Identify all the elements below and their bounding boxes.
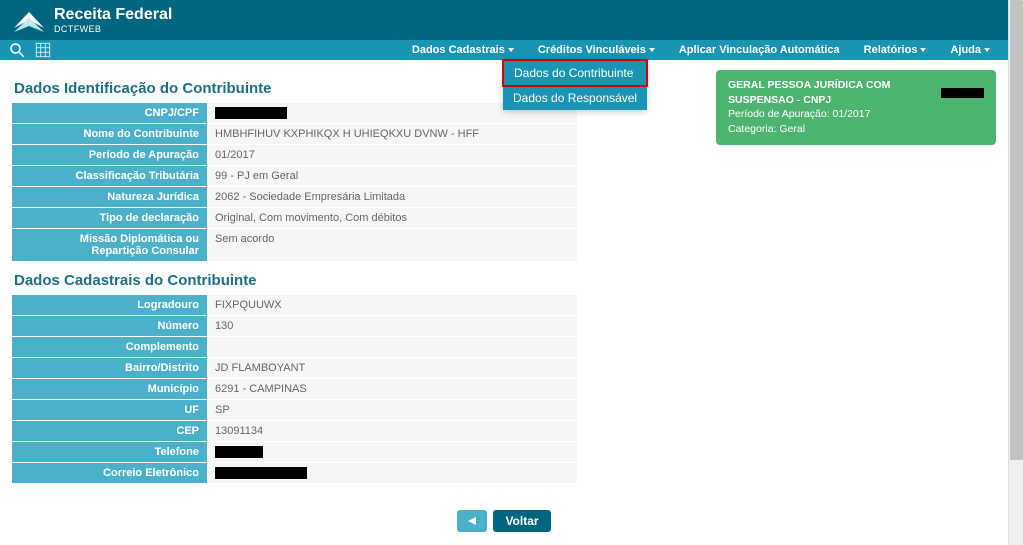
row-value: 2062 - Sociedade Empresária Limitada <box>207 187 577 207</box>
menu-relatorios[interactable]: Relatórios <box>854 41 937 59</box>
table-row: Número130 <box>12 316 577 337</box>
top-header: Receita Federal DCTFWEB <box>0 0 1008 40</box>
nav-toolbar: Dados Cadastrais Créditos Vinculáveis Ap… <box>0 40 1008 60</box>
scrollbar-thumb[interactable] <box>1010 0 1023 460</box>
dropdown-item-responsavel[interactable]: Dados do Responsável <box>503 86 647 110</box>
row-value: 13091134 <box>207 421 577 441</box>
chevron-down-icon <box>649 48 655 52</box>
row-label: Missão Diplomática ou Repartição Consula… <box>12 229 207 261</box>
row-value <box>207 337 577 357</box>
row-label: Tipo de declaração <box>12 208 207 228</box>
dropdown-item-contribuinte[interactable]: Dados do Contribuinte <box>502 59 648 87</box>
menu-label: Relatórios <box>864 44 918 56</box>
row-value: FIXPQUUWX <box>207 295 577 315</box>
table-row: CNPJ/CPF <box>12 103 577 124</box>
row-value: JD FLAMBOYANT <box>207 358 577 378</box>
main-menu: Dados Cadastrais Créditos Vinculáveis Ap… <box>402 41 1000 59</box>
footer-buttons: Voltar <box>0 510 1008 532</box>
menu-dados-cadastrais[interactable]: Dados Cadastrais <box>402 41 524 59</box>
chevron-down-icon <box>920 48 926 52</box>
menu-creditos-vinculaveis[interactable]: Créditos Vinculáveis <box>528 41 665 59</box>
section-title-cadastrais: Dados Cadastrais do Contribuinte <box>14 272 996 289</box>
brand-block: Receita Federal DCTFWEB <box>12 6 172 34</box>
arrow-left-icon <box>468 517 476 525</box>
table-row: Classificação Tributária99 - PJ em Geral <box>12 166 577 187</box>
row-value: 01/2017 <box>207 145 577 165</box>
table-row: CEP13091134 <box>12 421 577 442</box>
chevron-down-icon <box>508 48 514 52</box>
menu-aplicar-vinculacao[interactable]: Aplicar Vinculação Automática <box>669 41 850 59</box>
redacted-value <box>215 107 287 119</box>
main-content: Dados Identificação do Contribuinte CNPJ… <box>0 60 1008 494</box>
row-label: Período de Apuração <box>12 145 207 165</box>
menu-label: Créditos Vinculáveis <box>538 44 646 56</box>
row-value: HMBHFIHUV KXPHIKQX H UHIEQKXU DVNW - HFF <box>207 124 577 144</box>
menu-label: Ajuda <box>950 44 981 56</box>
row-label: Natureza Jurídica <box>12 187 207 207</box>
row-label: Complemento <box>12 337 207 357</box>
row-value <box>207 463 577 483</box>
row-label: Logradouro <box>12 295 207 315</box>
voltar-button[interactable]: Voltar <box>493 510 550 532</box>
table-cadastrais: LogradouroFIXPQUUWXNúmero130ComplementoB… <box>12 295 577 484</box>
row-label: Classificação Tributária <box>12 166 207 186</box>
table-row: Missão Diplomática ou Repartição Consula… <box>12 229 577 262</box>
table-row: Complemento <box>12 337 577 358</box>
redacted-value <box>215 446 263 458</box>
row-value: SP <box>207 400 577 420</box>
table-row: Natureza Jurídica2062 - Sociedade Empres… <box>12 187 577 208</box>
brand-subtitle: DCTFWEB <box>54 25 172 34</box>
row-value: 99 - PJ em Geral <box>207 166 577 186</box>
table-row: Telefone <box>12 442 577 463</box>
table-row: Nome do ContribuinteHMBHFIHUV KXPHIKQX H… <box>12 124 577 145</box>
table-row: LogradouroFIXPQUUWX <box>12 295 577 316</box>
row-label: CNPJ/CPF <box>12 103 207 123</box>
menu-label: Dados Cadastrais <box>412 44 505 56</box>
back-arrow-button[interactable] <box>457 510 487 532</box>
search-icon[interactable] <box>8 41 26 59</box>
table-row: Correio Eletrônico <box>12 463 577 484</box>
row-label: Nome do Contribuinte <box>12 124 207 144</box>
row-value: 6291 - CAMPINAS <box>207 379 577 399</box>
row-value <box>207 442 577 462</box>
vertical-scrollbar[interactable] <box>1008 0 1023 545</box>
brand-title: Receita Federal <box>54 7 172 23</box>
table-row: Município6291 - CAMPINAS <box>12 379 577 400</box>
row-value: Sem acordo <box>207 229 577 261</box>
table-row: Bairro/DistritoJD FLAMBOYANT <box>12 358 577 379</box>
row-value: 130 <box>207 316 577 336</box>
table-identificacao: CNPJ/CPFNome do ContribuinteHMBHFIHUV KX… <box>12 103 577 262</box>
dropdown-label: Dados do Responsável <box>513 91 637 105</box>
table-row: Período de Apuração01/2017 <box>12 145 577 166</box>
grid-icon[interactable] <box>34 41 52 59</box>
dropdown-label: Dados do Contribuinte <box>514 66 633 80</box>
chevron-down-icon <box>984 48 990 52</box>
row-label: Número <box>12 316 207 336</box>
row-label: Telefone <box>12 442 207 462</box>
table-row: Tipo de declaraçãoOriginal, Com moviment… <box>12 208 577 229</box>
row-label: UF <box>12 400 207 420</box>
row-label: Correio Eletrônico <box>12 463 207 483</box>
row-value: Original, Com movimento, Com débitos <box>207 208 577 228</box>
receita-federal-logo <box>12 6 46 34</box>
row-label: Município <box>12 379 207 399</box>
redacted-value <box>215 467 307 479</box>
row-label: Bairro/Distrito <box>12 358 207 378</box>
dropdown-dados-cadastrais: Dados do Contribuinte Dados do Responsáv… <box>503 60 647 110</box>
menu-ajuda[interactable]: Ajuda <box>940 41 1000 59</box>
table-row: UFSP <box>12 400 577 421</box>
menu-label: Aplicar Vinculação Automática <box>679 44 840 56</box>
row-label: CEP <box>12 421 207 441</box>
voltar-label: Voltar <box>505 514 538 528</box>
